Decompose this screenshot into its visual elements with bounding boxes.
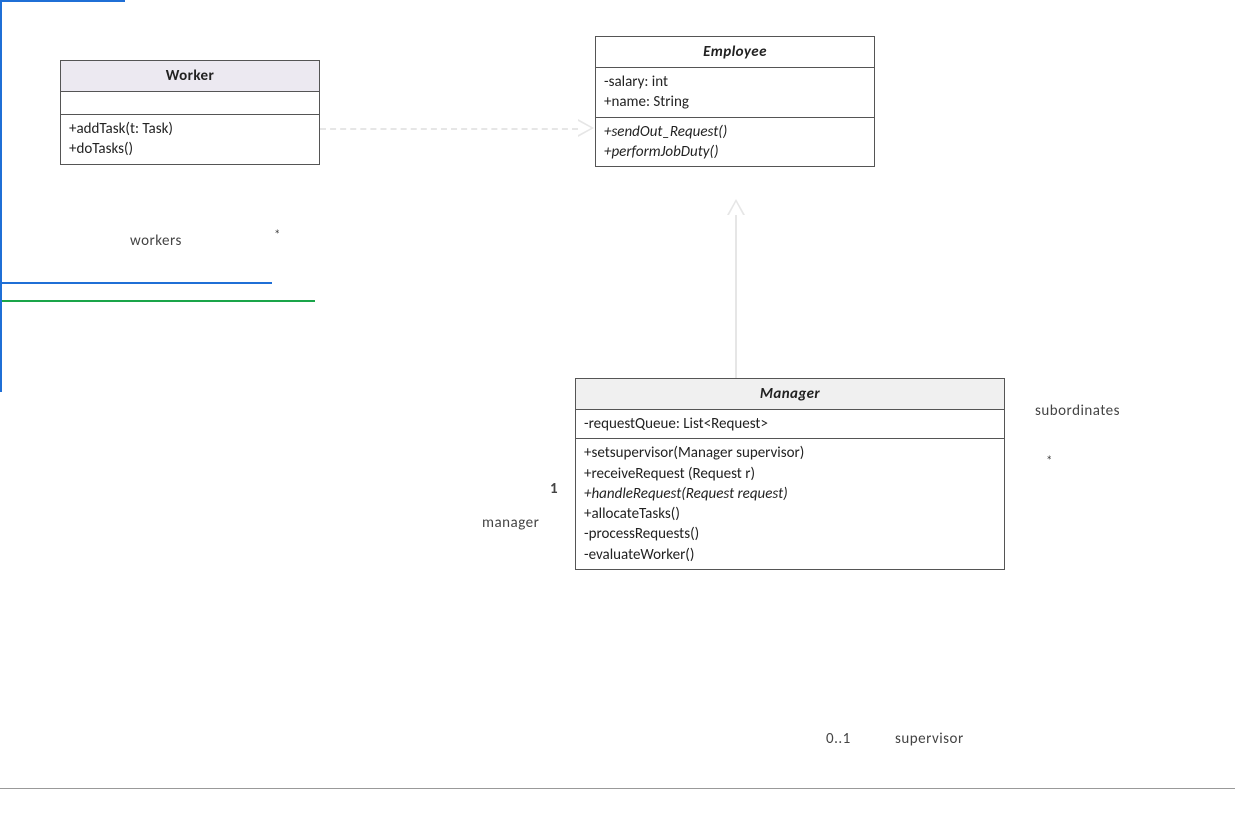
method-row: +handleRequest(Request request) [584, 484, 996, 504]
method-row: -evaluateWorker() [584, 545, 996, 565]
label-manager-mult: 1 [550, 480, 558, 498]
label-subordinates: subordinates [1035, 402, 1120, 420]
attr-row: +name: String [604, 92, 866, 112]
label-workers-mult: * [274, 228, 281, 243]
label-supervisor-mult: 0..1 [826, 730, 851, 748]
class-employee-attrs: -salary: int +name: String [596, 68, 874, 118]
method-row: +allocateTasks() [584, 504, 996, 524]
attr-row: -requestQueue: List<Request> [584, 414, 996, 434]
class-employee-methods: +sendOut_Request() +performJobDuty() [596, 118, 874, 167]
attr-row: -salary: int [604, 72, 866, 92]
class-manager-title: Manager [576, 379, 1004, 410]
method-row: +receiveRequest (Request r) [584, 464, 996, 484]
label-subordinates-mult: * [1046, 454, 1053, 469]
class-manager-methods: +setsupervisor(Manager supervisor) +rece… [576, 439, 1004, 569]
method-row: +sendOut_Request() [604, 122, 866, 142]
class-manager-attrs: -requestQueue: List<Request> [576, 410, 1004, 439]
class-manager[interactable]: Manager -requestQueue: List<Request> +se… [575, 378, 1005, 570]
bottom-rule [0, 788, 1235, 789]
assoc-manager-self [0, 0, 272, 392]
method-row: +performJobDuty() [604, 142, 866, 162]
class-employee[interactable]: Employee -salary: int +name: String +sen… [595, 36, 875, 167]
label-supervisor: supervisor [895, 730, 964, 748]
method-row: +setsupervisor(Manager supervisor) [584, 443, 996, 463]
class-employee-title: Employee [596, 37, 874, 68]
label-manager: manager [482, 514, 539, 532]
method-row: -processRequests() [584, 524, 996, 544]
